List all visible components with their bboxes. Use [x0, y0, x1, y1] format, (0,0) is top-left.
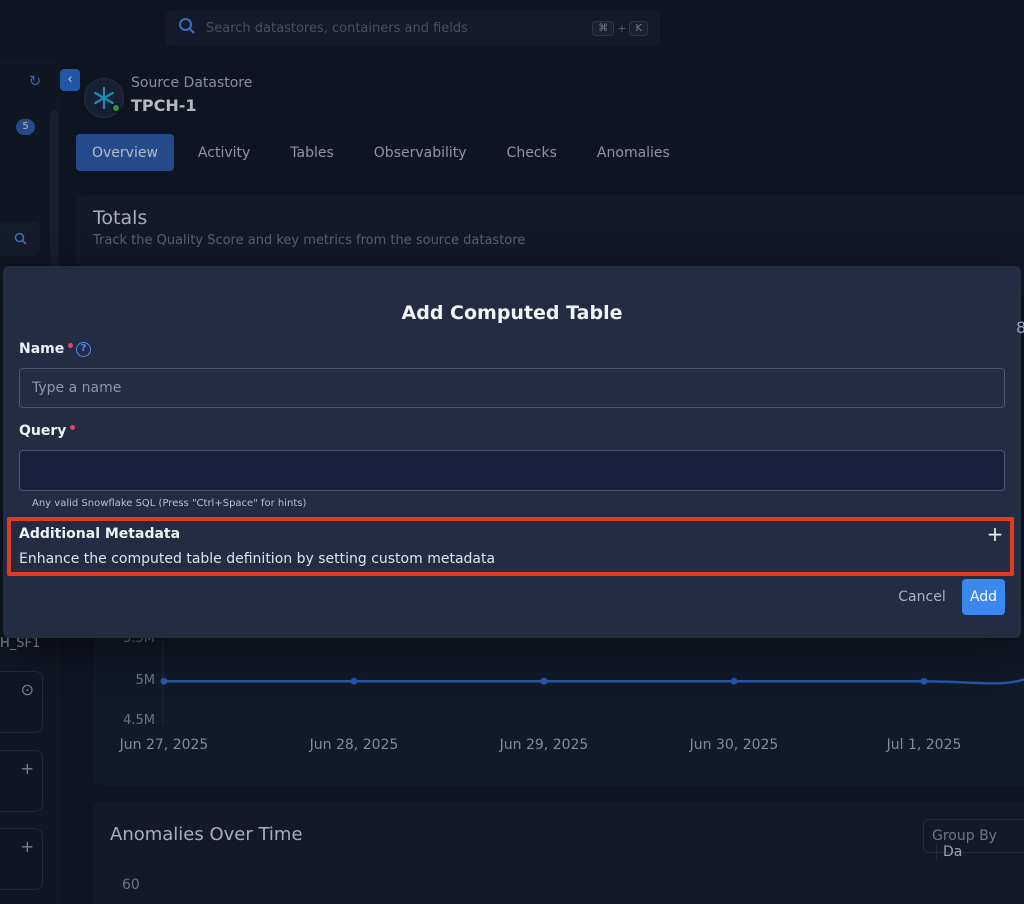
required-indicator: [68, 343, 74, 348]
required-indicator: [70, 425, 76, 430]
dialog-title: Add Computed Table: [401, 302, 623, 324]
help-icon[interactable]: ?: [76, 342, 91, 357]
name-label: Name: [19, 341, 74, 357]
name-input[interactable]: [19, 368, 1005, 408]
query-input[interactable]: [19, 450, 1005, 491]
additional-metadata-title: Additional Metadata: [19, 526, 181, 542]
cancel-button[interactable]: Cancel: [890, 582, 954, 612]
query-label-text: Query: [19, 423, 67, 439]
additional-metadata-description: Enhance the computed table definition by…: [19, 551, 496, 567]
plus-icon[interactable]: +: [986, 522, 1004, 546]
query-hint: Any valid Snowflake SQL (Press "Ctrl+Spa…: [32, 498, 307, 509]
name-label-text: Name: [19, 341, 65, 357]
query-label: Query: [19, 423, 76, 439]
add-button[interactable]: Add: [962, 579, 1005, 615]
